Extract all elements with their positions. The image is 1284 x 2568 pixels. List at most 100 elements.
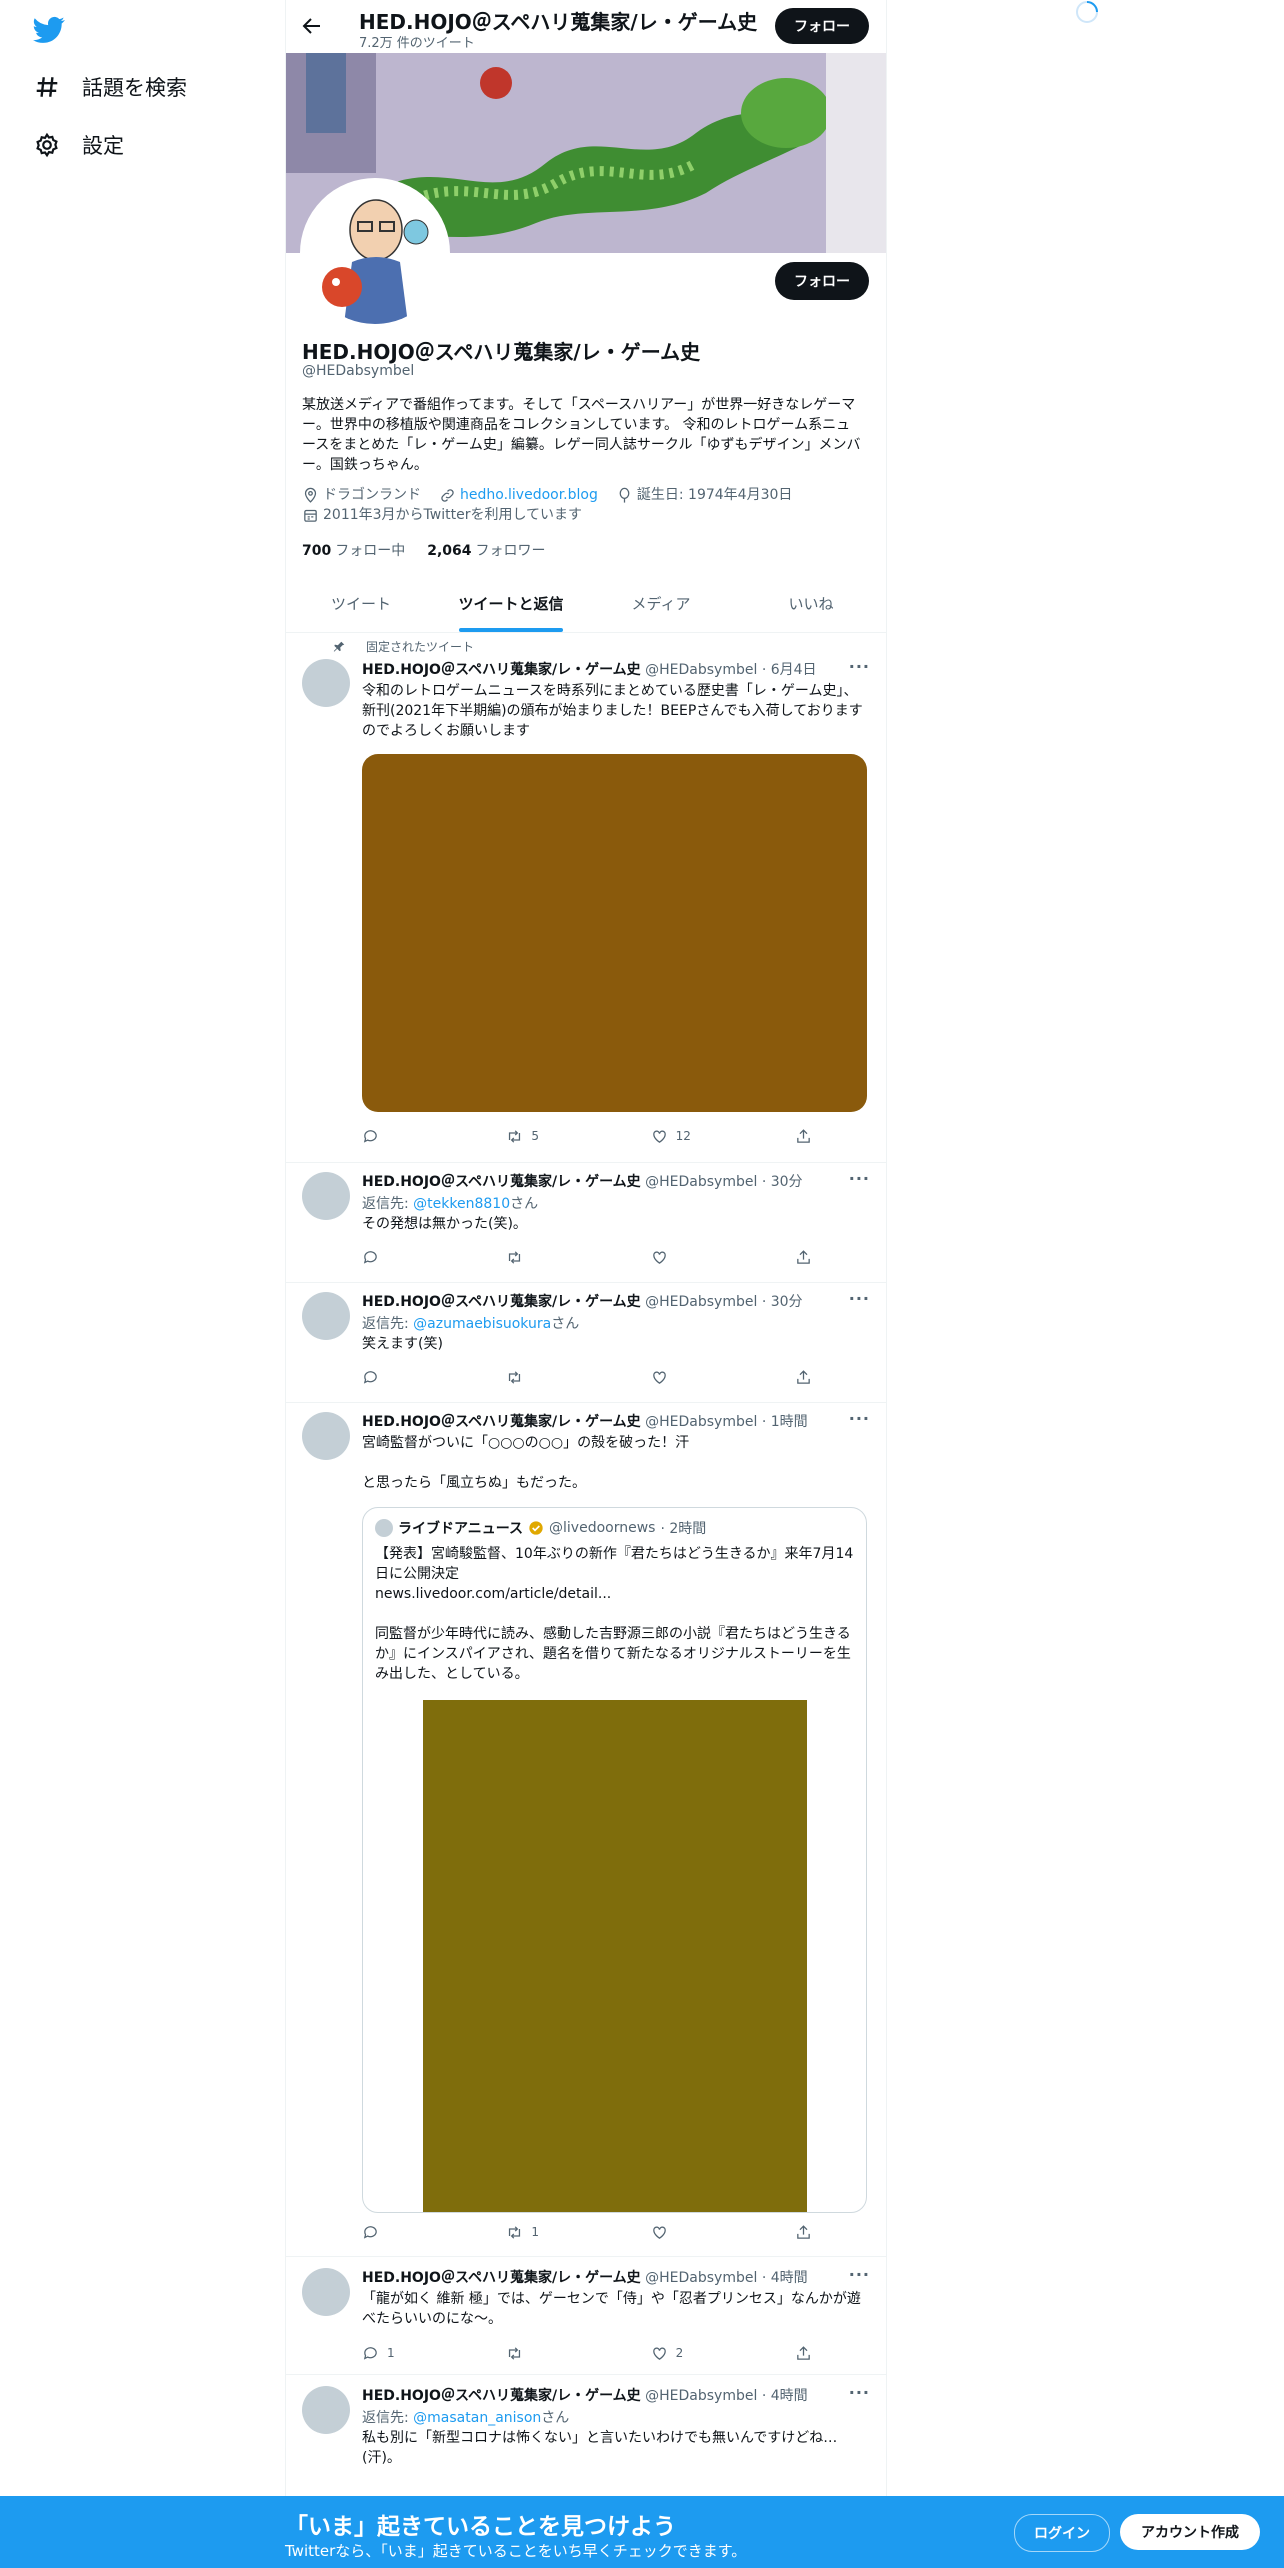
nav-explore[interactable]: 話題を検索 xyxy=(34,67,187,107)
tweet-actions: 1 2 xyxy=(362,2343,812,2363)
profile-avatar[interactable] xyxy=(300,178,450,328)
share-button[interactable] xyxy=(795,1247,812,1267)
like-button[interactable] xyxy=(651,1247,741,1267)
tab-tweets-and-replies[interactable]: ツイートと返信 xyxy=(436,574,586,632)
share-icon xyxy=(797,2345,810,2360)
tweet-item[interactable]: HED.HOJO＠スペハリ蒐集家/レ・ゲーム史 @HEDabsymbel · 3… xyxy=(286,1282,886,1403)
profile-follow-button[interactable]: フォロー xyxy=(775,262,869,300)
share-icon xyxy=(797,1128,810,1143)
reply-icon xyxy=(363,1370,377,1384)
author-handle[interactable]: @HEDabsymbel xyxy=(645,2388,757,2404)
like-button[interactable]: 2 xyxy=(651,2343,741,2363)
profile-website[interactable]: hedho.livedoor.blog xyxy=(439,485,598,505)
like-icon xyxy=(652,2226,666,2239)
author-name[interactable]: HED.HOJO＠スペハリ蒐集家/レ・ゲーム史 xyxy=(362,662,641,678)
author-name[interactable]: HED.HOJO＠スペハリ蒐集家/レ・ゲーム史 xyxy=(362,2270,641,2286)
reply-to-link[interactable]: @masatan_anison xyxy=(413,2410,541,2426)
profile-name: HED.HOJO＠スペハリ蒐集家/レ・ゲーム史 xyxy=(302,340,701,364)
reply-button[interactable]: 1 xyxy=(362,2343,452,2363)
author-handle[interactable]: @HEDabsymbel xyxy=(645,662,757,678)
tweet-item[interactable]: HED.HOJO＠スペハリ蒐集家/レ・ゲーム史 @HEDabsymbel · 4… xyxy=(286,2374,886,2515)
author-handle[interactable]: @HEDabsymbel xyxy=(645,1174,757,1190)
author-handle[interactable]: @HEDabsymbel xyxy=(645,2270,757,2286)
nav-settings-label: 設定 xyxy=(82,134,124,158)
share-button[interactable] xyxy=(795,2343,812,2363)
nav-settings[interactable]: 設定 xyxy=(34,125,124,165)
tweet-time[interactable]: · 4時間 xyxy=(762,2388,808,2404)
following-link[interactable]: 700 フォロー中 xyxy=(302,540,405,560)
reply-button[interactable] xyxy=(362,1126,452,1146)
retweet-button[interactable]: 1 xyxy=(506,2222,596,2242)
like-button[interactable] xyxy=(651,2222,741,2242)
author-name[interactable]: HED.HOJO＠スペハリ蒐集家/レ・ゲーム史 xyxy=(362,1294,641,1310)
tweet-header: HED.HOJO＠スペハリ蒐集家/レ・ゲーム史 @HEDabsymbel · 4… xyxy=(362,2385,808,2405)
quoted-tweet[interactable]: ライブドアニュース @livedoornews · 2時間 【発表】宮崎駿監督、… xyxy=(362,1507,867,2213)
author-name[interactable]: HED.HOJO＠スペハリ蒐集家/レ・ゲーム史 xyxy=(362,1174,641,1190)
tab-media[interactable]: メディア xyxy=(586,574,736,632)
like-icon xyxy=(652,2347,666,2360)
header-follow-button[interactable]: フォロー xyxy=(775,8,869,44)
reply-to-link[interactable]: @azumaebisuokura xyxy=(413,1316,551,1332)
author-handle[interactable]: @HEDabsymbel xyxy=(645,1414,757,1430)
more-icon[interactable]: ··· xyxy=(849,2265,870,2284)
link-icon xyxy=(441,488,454,502)
avatar[interactable] xyxy=(302,2268,350,2316)
like-button[interactable]: 12 xyxy=(651,1126,741,1146)
birthday-text: 誕生日: 1974年4月30日 xyxy=(636,487,793,503)
avatar[interactable] xyxy=(302,1292,350,1340)
avatar[interactable] xyxy=(302,2386,350,2434)
avatar[interactable] xyxy=(302,659,350,707)
reply-icon xyxy=(363,1129,377,1143)
tweet-time[interactable]: · 30分 xyxy=(762,1294,803,1310)
tweet-time[interactable]: · 1時間 xyxy=(762,1414,808,1430)
tweet-item[interactable]: HED.HOJO＠スペハリ蒐集家/レ・ゲーム史 @HEDabsymbel · 4… xyxy=(286,2256,886,2375)
quoted-avatar xyxy=(375,1519,393,1537)
avatar[interactable] xyxy=(302,1412,350,1460)
share-button[interactable] xyxy=(795,1126,812,1146)
more-icon[interactable]: ··· xyxy=(849,2383,870,2402)
tweet-time[interactable]: · 4時間 xyxy=(762,2270,808,2286)
author-name[interactable]: HED.HOJO＠スペハリ蒐集家/レ・ゲーム史 xyxy=(362,2388,641,2404)
tweet-item[interactable]: 固定されたツイート HED.HOJO＠スペハリ蒐集家/レ・ゲーム史 @HEDab… xyxy=(286,632,886,1163)
more-icon[interactable]: ··· xyxy=(849,657,870,676)
more-icon[interactable]: ··· xyxy=(849,1169,870,1188)
tweet-item[interactable]: HED.HOJO＠スペハリ蒐集家/レ・ゲーム史 @HEDabsymbel · 1… xyxy=(286,1402,886,2257)
website-link[interactable]: hedho.livedoor.blog xyxy=(460,485,598,505)
signup-button[interactable]: アカウント作成 xyxy=(1120,2514,1260,2550)
tweet-item[interactable]: HED.HOJO＠スペハリ蒐集家/レ・ゲーム史 @HEDabsymbel · 3… xyxy=(286,1162,886,1283)
reply-button[interactable] xyxy=(362,1247,452,1267)
login-button[interactable]: ログイン xyxy=(1014,2514,1110,2552)
more-icon[interactable]: ··· xyxy=(849,1289,870,1308)
retweet-icon xyxy=(509,1129,521,1143)
more-icon[interactable]: ··· xyxy=(849,1409,870,1428)
reply-context: 返信先: @azumaebisuokuraさん xyxy=(362,1313,579,1333)
reply-prefix: 返信先: xyxy=(362,2410,414,2426)
quoted-media-image[interactable] xyxy=(423,1700,807,2212)
share-button[interactable] xyxy=(795,2222,812,2242)
author-name[interactable]: HED.HOJO＠スペハリ蒐集家/レ・ゲーム史 xyxy=(362,1414,641,1430)
like-button[interactable] xyxy=(651,1367,741,1387)
twitter-logo-icon[interactable] xyxy=(33,14,65,46)
reply-prefix: 返信先: xyxy=(362,1316,414,1332)
loading-spinner-icon xyxy=(1076,1,1098,23)
back-arrow-icon[interactable] xyxy=(300,14,324,38)
reply-suffix: さん xyxy=(541,2410,570,2426)
retweet-button[interactable] xyxy=(506,1367,596,1387)
tab-likes[interactable]: いいね xyxy=(736,574,886,632)
reply-button[interactable] xyxy=(362,2222,452,2242)
retweet-button[interactable]: 5 xyxy=(506,1126,596,1146)
retweet-button[interactable] xyxy=(506,2343,596,2363)
tweet-media-image[interactable] xyxy=(362,754,867,1112)
tab-tweets[interactable]: ツイート xyxy=(286,574,436,632)
retweet-button[interactable] xyxy=(506,1247,596,1267)
tweet-header: HED.HOJO＠スペハリ蒐集家/レ・ゲーム史 @HEDabsymbel · 6… xyxy=(362,659,817,679)
calendar-icon xyxy=(304,509,317,522)
avatar[interactable] xyxy=(302,1172,350,1220)
share-button[interactable] xyxy=(795,1367,812,1387)
reply-button[interactable] xyxy=(362,1367,452,1387)
followers-link[interactable]: 2,064 フォロワー xyxy=(427,540,545,560)
tweet-time[interactable]: · 6月4日 xyxy=(762,662,817,678)
author-handle[interactable]: @HEDabsymbel xyxy=(645,1294,757,1310)
tweet-time[interactable]: · 30分 xyxy=(762,1174,803,1190)
reply-to-link[interactable]: @tekken8810 xyxy=(413,1196,510,1212)
